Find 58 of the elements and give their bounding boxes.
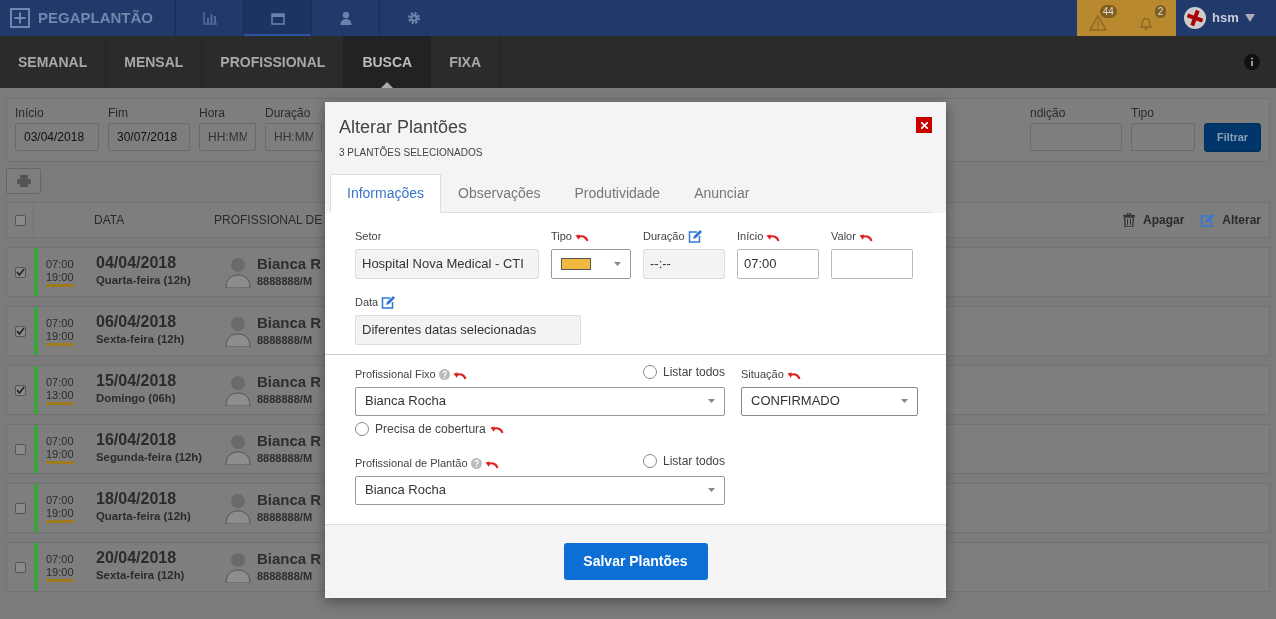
start-time: 07:00 [46,493,75,507]
field-label: Situação [741,367,784,383]
column-header: PROFISSIONAL DE [214,212,323,229]
shift-date: 16/04/2018 [96,431,178,450]
registration: 8888888/M [257,568,314,584]
registration: 8888888/M [257,509,314,525]
end-time: 19:00 [46,270,74,287]
field-label: ndição [1030,106,1067,120]
field-label: Setor [355,229,382,245]
brand-name: PEGAPLANTÃO [38,7,153,28]
registration: 8888888/M [257,450,314,466]
end-time: 19:00 [46,506,74,523]
field-label: Início [737,229,764,245]
field-label: Fim [108,106,129,120]
field-label: Hora [199,106,226,120]
count-badge: 2 [1154,5,1167,18]
field-label: Tipo [551,229,572,245]
registration: 8888888/M [257,273,314,289]
field-label: Início [15,106,45,120]
modal-title: Alterar Plantões [339,116,468,138]
start-time: 07:00 [46,257,75,271]
shift-date: 15/04/2018 [96,372,178,391]
start-time: 07:00 [46,316,75,330]
end-time: 13:00 [46,388,74,405]
shift-date: 18/04/2018 [96,490,178,509]
professional-name: Bianca R [257,549,322,568]
shift-weekday: Sexta-feira (12h) [96,568,186,584]
field-label: Duração [643,229,685,245]
start-time: 07:00 [46,434,75,448]
count-badge: 44 [1099,5,1117,18]
shift-weekday: Quarta-feira (12h) [96,273,192,289]
end-time: 19:00 [46,565,74,582]
field-label: Valor [831,229,856,245]
shift-date: 20/04/2018 [96,549,178,568]
end-time: 19:00 [46,447,74,464]
professional-name: Bianca R [257,254,322,273]
end-time: 19:00 [46,329,74,346]
field-label: Profissional de Plantão [355,456,468,472]
field-label: Profissional Fixo [355,367,436,383]
professional-name: Bianca R [257,313,322,332]
start-time: 07:00 [46,552,75,566]
professional-name: Bianca R [257,490,322,509]
column-header: DATA [94,212,126,229]
field-label: Duração [265,106,312,120]
shift-weekday: Domingo (06h) [96,391,177,407]
professional-name: Bianca R [257,431,322,450]
shift-weekday: Sexta-feira (12h) [96,332,186,348]
shift-weekday: Segunda-feira (12h) [96,450,204,466]
shift-weekday: Quarta-feira (12h) [96,509,192,525]
field-label: Tipo [1131,106,1155,120]
registration: 8888888/M [257,391,314,407]
shift-date: 06/04/2018 [96,313,178,332]
field-label: Data [355,295,379,311]
modal-subtitle: 3 PLANTÕES SELECIONADOS [339,145,484,160]
professional-name: Bianca R [257,372,322,391]
shift-date: 04/04/2018 [96,254,178,273]
start-time: 07:00 [46,375,75,389]
registration: 8888888/M [257,332,314,348]
